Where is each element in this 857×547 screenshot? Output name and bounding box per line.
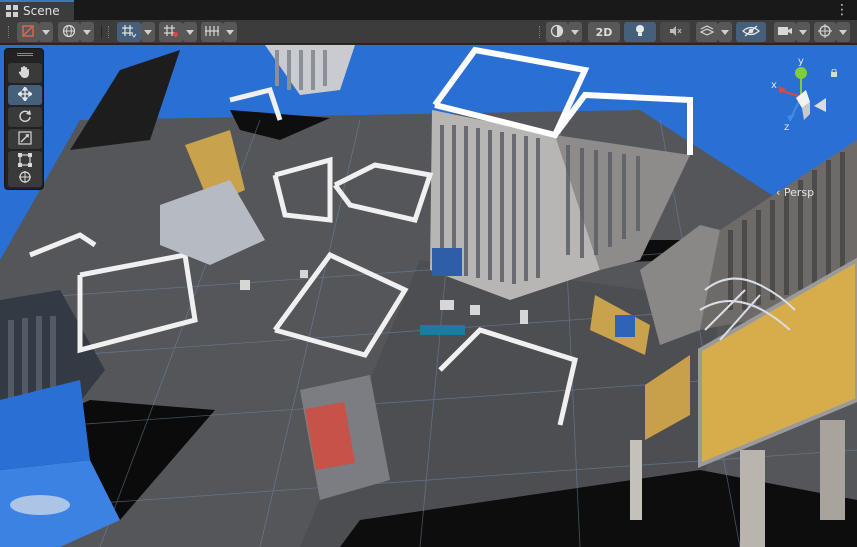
effects-icon: [699, 24, 715, 41]
camera-button[interactable]: [774, 22, 796, 42]
toggle-2d-label: 2D: [595, 25, 613, 39]
snap-settings-button[interactable]: [201, 22, 223, 42]
gizmo-neg-x: [814, 98, 826, 112]
snap-settings-dropdown[interactable]: [223, 22, 237, 42]
snap-settings-icon: [204, 24, 220, 41]
scale-tool[interactable]: [8, 129, 42, 149]
gizmos-dropdown[interactable]: [836, 22, 850, 42]
shading-dropdown[interactable]: [568, 22, 582, 42]
audio-toggle-button[interactable]: [660, 22, 690, 42]
gizmo-z-axis: [787, 114, 795, 122]
more-options-icon[interactable]: ⋮: [835, 2, 849, 18]
effects-dropdown[interactable]: [718, 22, 732, 42]
rotate-tool[interactable]: [8, 107, 42, 127]
global-toggle-button[interactable]: [58, 22, 80, 42]
scene-viewport[interactable]: ‹ Persp: [0, 45, 857, 547]
shading-mode-button[interactable]: [546, 22, 568, 42]
tab-scene-label: Scene: [23, 4, 60, 18]
hand-icon: [18, 64, 32, 83]
toolbar-grip[interactable]: [108, 26, 110, 38]
light-bulb-icon: [634, 24, 646, 41]
global-dropdown[interactable]: [80, 22, 94, 42]
tower-entrance: [432, 248, 462, 276]
effects-button[interactable]: [696, 22, 718, 42]
tab-scene[interactable]: Scene: [0, 0, 74, 20]
grid-increment-button[interactable]: [159, 22, 183, 42]
scene-visibility-button[interactable]: [736, 22, 766, 42]
column: [820, 420, 845, 520]
gizmo-x-label: x: [771, 80, 777, 91]
scale-icon: [18, 130, 32, 149]
shading-icon: [550, 24, 564, 41]
grid-increment-icon: [163, 24, 179, 41]
bench: [420, 325, 465, 335]
draw-mode-icon: [21, 24, 35, 41]
projection-toggle[interactable]: ‹ Persp: [776, 186, 814, 199]
tab-strip: Scene ⋮: [0, 0, 857, 20]
scene-toolbar: 2D: [0, 20, 857, 44]
city-scene: [0, 45, 857, 547]
grid-increment-dropdown[interactable]: [183, 22, 197, 42]
draw-mode-button[interactable]: [17, 22, 39, 42]
grid-snap-icon: [121, 24, 137, 41]
gizmo-lock-icon[interactable]: [830, 62, 838, 81]
transform-icon: [18, 169, 32, 188]
grid-snap-dropdown[interactable]: [141, 22, 155, 42]
gizmo-x-axis: [778, 86, 786, 94]
scene-grid-icon: [6, 5, 18, 17]
camera-icon: [777, 25, 793, 40]
rotate-icon: [18, 108, 32, 127]
gizmo-y-axis: [795, 67, 807, 79]
toolbar-grip[interactable]: [8, 26, 10, 38]
camera-dropdown[interactable]: [796, 22, 810, 42]
transform-tool[interactable]: [8, 169, 42, 187]
draw-mode-dropdown[interactable]: [39, 22, 53, 42]
grid-snap-button[interactable]: [117, 22, 141, 42]
globe-icon: [62, 24, 76, 41]
gizmos-button[interactable]: [814, 22, 836, 42]
tools-overlay: [4, 48, 44, 190]
move-tool[interactable]: [8, 85, 42, 105]
toolbar-separator: [101, 25, 102, 39]
move-icon: [16, 85, 34, 105]
gizmo-y-label: y: [798, 56, 804, 67]
tools-drag-handle[interactable]: [17, 53, 33, 56]
audio-icon: [668, 24, 682, 41]
toolbar-grip[interactable]: [539, 26, 541, 38]
toggle-2d-button[interactable]: 2D: [588, 22, 620, 42]
column: [630, 440, 642, 520]
hand-tool[interactable]: [8, 63, 42, 83]
cloud: [10, 495, 70, 515]
orientation-gizmo[interactable]: y x z: [766, 56, 836, 142]
gizmo-z-label: z: [784, 122, 790, 133]
column: [740, 450, 765, 547]
gizmos-icon: [818, 23, 832, 41]
hidden-visibility-icon: [742, 24, 760, 40]
lighting-toggle-button[interactable]: [624, 22, 656, 42]
